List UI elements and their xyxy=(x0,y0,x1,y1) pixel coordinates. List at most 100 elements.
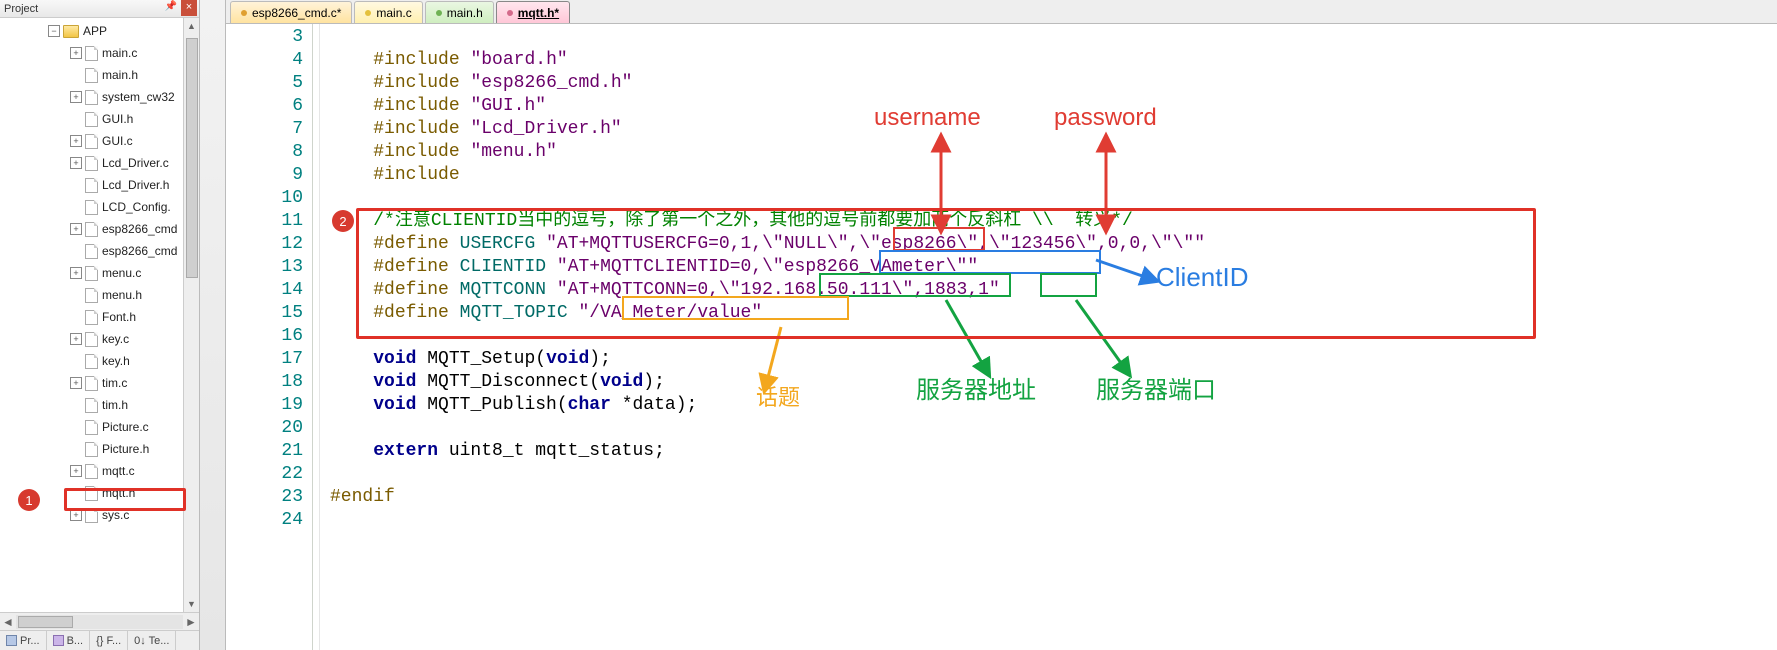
code-line[interactable]: void MQTT_Setup(void); xyxy=(330,348,1777,371)
tree-file-GUI-c[interactable]: + GUI.c xyxy=(0,130,199,152)
tree-file-tim-h[interactable]: tim.h xyxy=(0,394,199,416)
bottom-tab-templates[interactable]: 0↓ Te... xyxy=(128,631,176,650)
splitter[interactable] xyxy=(200,0,226,650)
code-line[interactable]: #include "Lcd_Driver.h" xyxy=(330,118,1777,141)
tab-dot-icon xyxy=(436,10,442,16)
line-number: 14 xyxy=(226,279,303,302)
code-line[interactable] xyxy=(330,417,1777,440)
tree-file-Picture-h[interactable]: Picture.h xyxy=(0,438,199,460)
file-icon xyxy=(85,486,98,501)
line-number: 6 xyxy=(226,95,303,118)
expander-icon[interactable]: + xyxy=(70,135,82,147)
scroll-down-icon[interactable]: ▼ xyxy=(184,596,199,612)
code-line[interactable]: #define CLIENTID "AT+MQTTCLIENTID=0,\"es… xyxy=(330,256,1777,279)
file-label: system_cw32 xyxy=(102,90,175,104)
code-line[interactable]: #include "menu.h" xyxy=(330,141,1777,164)
code-line[interactable]: void MQTT_Publish(char *data); xyxy=(330,394,1777,417)
expander-icon[interactable]: + xyxy=(70,157,82,169)
books-icon xyxy=(53,635,64,646)
code-line[interactable] xyxy=(330,187,1777,210)
scroll-up-icon[interactable]: ▲ xyxy=(184,18,199,34)
tree-file-GUI-h[interactable]: GUI.h xyxy=(0,108,199,130)
tree-file-Lcd_Driver-c[interactable]: +Lcd_Driver.c xyxy=(0,152,199,174)
tree-file-LCD_Config-[interactable]: LCD_Config. xyxy=(0,196,199,218)
code-line[interactable]: extern uint8_t mqtt_status; xyxy=(330,440,1777,463)
code-line[interactable]: #define MQTT_TOPIC "/VA_Meter/value" xyxy=(330,302,1777,325)
tree-file-main-c[interactable]: +main.c xyxy=(0,42,199,64)
code-line[interactable]: /*注意CLIENTID当中的逗号，除了第一个之外，其他的逗号前都要加两个反斜杠… xyxy=(330,210,1777,233)
code-line[interactable] xyxy=(330,26,1777,49)
expander-icon[interactable]: + xyxy=(70,509,82,521)
code-line[interactable] xyxy=(330,509,1777,532)
code-line[interactable]: #include "board.h" xyxy=(330,49,1777,72)
bottom-tab-books[interactable]: B... xyxy=(47,631,91,650)
code-line[interactable]: #define USERCFG "AT+MQTTUSERCFG=0,1,\"NU… xyxy=(330,233,1777,256)
code-line[interactable]: #define MQTTCONN "AT+MQTTCONN=0,\"192.16… xyxy=(330,279,1777,302)
horizontal-scrollbar[interactable]: ◄ ► xyxy=(0,612,199,630)
bottom-tab-project[interactable]: Pr... xyxy=(0,631,47,650)
tree-file-Font-h[interactable]: Font.h xyxy=(0,306,199,328)
hscroll-thumb[interactable] xyxy=(18,616,73,628)
file-tab-esp8266_cmd-c-[interactable]: esp8266_cmd.c* xyxy=(230,1,352,23)
code-line[interactable]: #endif xyxy=(330,486,1777,509)
file-tab-main-h[interactable]: main.h xyxy=(425,1,494,23)
tab-dot-icon xyxy=(507,10,513,16)
code-line[interactable] xyxy=(330,463,1777,486)
scroll-right-icon[interactable]: ► xyxy=(183,615,199,629)
file-icon xyxy=(85,46,98,61)
file-label: Lcd_Driver.h xyxy=(102,178,169,192)
file-icon xyxy=(85,112,98,127)
tree-file-esp8266_cmd[interactable]: esp8266_cmd xyxy=(0,240,199,262)
expander-icon[interactable]: + xyxy=(70,223,82,235)
code-line[interactable]: #include xyxy=(330,164,1777,187)
tree-file-Picture-c[interactable]: Picture.c xyxy=(0,416,199,438)
tree-file-menu-h[interactable]: menu.h xyxy=(0,284,199,306)
code-content[interactable]: #include "board.h" #include "esp8266_cmd… xyxy=(320,24,1777,650)
scroll-left-icon[interactable]: ◄ xyxy=(0,615,16,629)
close-icon[interactable]: × xyxy=(181,0,197,16)
file-tab-main-c[interactable]: main.c xyxy=(354,1,422,23)
tree-file-esp8266_cmd[interactable]: +esp8266_cmd xyxy=(0,218,199,240)
expander-icon[interactable]: + xyxy=(70,267,82,279)
code-editor[interactable]: 3456789101112131415161718192021222324 #i… xyxy=(226,24,1777,650)
code-line[interactable]: #include "GUI.h" xyxy=(330,95,1777,118)
code-line[interactable] xyxy=(330,325,1777,348)
file-label: LCD_Config. xyxy=(102,200,171,214)
tree-file-sys-c[interactable]: +sys.c xyxy=(0,504,199,526)
expander-icon xyxy=(70,399,82,411)
expander-icon[interactable]: + xyxy=(70,333,82,345)
file-icon xyxy=(85,310,98,325)
vertical-scrollbar[interactable]: ▲ ▼ xyxy=(183,18,199,612)
tree-file-mqtt-h[interactable]: mqtt.h xyxy=(0,482,199,504)
line-number: 20 xyxy=(226,417,303,440)
tree-file-key-h[interactable]: key.h xyxy=(0,350,199,372)
bottom-tab-functions[interactable]: {} F... xyxy=(90,631,128,650)
expander-icon xyxy=(70,289,82,301)
expander-icon xyxy=(70,421,82,433)
code-line[interactable]: #include "esp8266_cmd.h" xyxy=(330,72,1777,95)
file-tab-mqtt-h-[interactable]: mqtt.h* xyxy=(496,1,570,23)
expander-icon[interactable]: − xyxy=(48,25,60,37)
tree-file-tim-c[interactable]: +tim.c xyxy=(0,372,199,394)
expander-icon[interactable]: + xyxy=(70,91,82,103)
expander-icon[interactable]: + xyxy=(70,47,82,59)
scroll-thumb[interactable] xyxy=(186,38,198,278)
pin-icon[interactable]: 📌 xyxy=(165,1,177,12)
expander-icon xyxy=(70,487,82,499)
tree-file-main-h[interactable]: main.h xyxy=(0,64,199,86)
expander-icon[interactable]: + xyxy=(70,465,82,477)
code-line[interactable]: void MQTT_Disconnect(void); xyxy=(330,371,1777,394)
tree-file-menu-c[interactable]: +menu.c xyxy=(0,262,199,284)
file-label: GUI.c xyxy=(102,134,133,148)
project-tree[interactable]: − APP +main.cmain.h + system_cw32 GUI.h + GUI… xyxy=(0,18,199,612)
expander-icon xyxy=(70,201,82,213)
project-icon xyxy=(6,635,17,646)
tree-file-Lcd_Driver-h[interactable]: Lcd_Driver.h xyxy=(0,174,199,196)
tree-file-mqtt-c[interactable]: +mqtt.c xyxy=(0,460,199,482)
file-icon xyxy=(85,354,98,369)
tree-file-key-c[interactable]: +key.c xyxy=(0,328,199,350)
expander-icon[interactable]: + xyxy=(70,377,82,389)
tree-file-system_cw32[interactable]: + system_cw32 xyxy=(0,86,199,108)
tree-folder-app[interactable]: − APP xyxy=(0,20,199,42)
line-number: 18 xyxy=(226,371,303,394)
